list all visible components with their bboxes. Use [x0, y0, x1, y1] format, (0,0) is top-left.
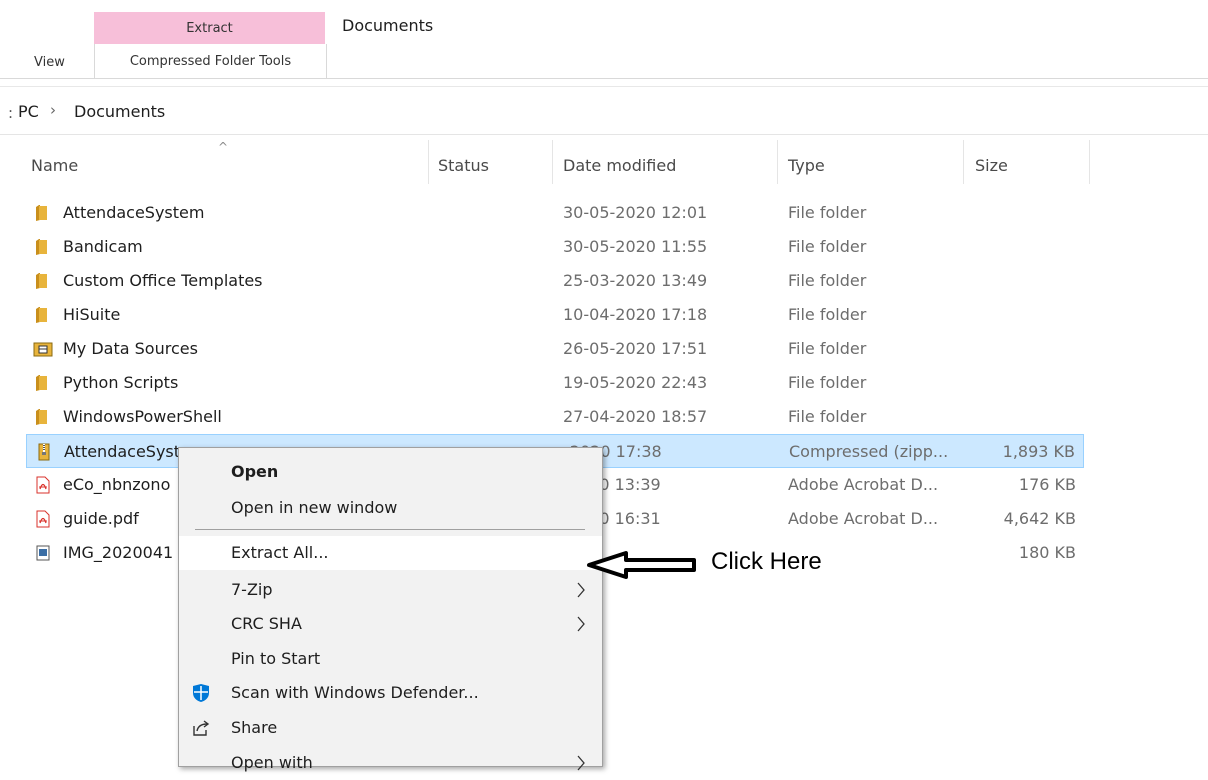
- file-date: 27-04-2020 18:57: [563, 407, 708, 426]
- menu-item-open-new-window[interactable]: Open in new window: [179, 491, 602, 525]
- file-name: eCo_nbnzono: [63, 475, 171, 494]
- file-row[interactable]: WindowsPowerShell 27-04-2020 18:57 File …: [26, 400, 1084, 434]
- pdf-icon: [36, 510, 50, 528]
- view-tab[interactable]: View: [34, 55, 65, 70]
- file-date: 19-05-2020 22:43: [563, 373, 708, 392]
- menu-item-label: Extract All...: [231, 543, 329, 562]
- file-name: guide.pdf: [63, 509, 139, 528]
- file-date: 30-05-2020 12:01: [563, 203, 708, 222]
- file-name: WindowsPowerShell: [63, 407, 222, 426]
- file-row[interactable]: Python Scripts 19-05-2020 22:43 File fol…: [26, 366, 1084, 400]
- file-name: My Data Sources: [63, 339, 198, 358]
- column-divider[interactable]: [963, 140, 964, 184]
- file-name: AttendaceSyst: [64, 442, 181, 461]
- data-sources-folder-icon: [33, 342, 53, 357]
- menu-item-share[interactable]: Share: [179, 711, 602, 745]
- pdf-icon: [36, 476, 50, 494]
- folder-icon: [36, 307, 47, 323]
- column-header-size[interactable]: Size: [975, 156, 1008, 175]
- folder-icon: [36, 205, 47, 221]
- file-row[interactable]: Custom Office Templates 25-03-2020 13:49…: [26, 264, 1084, 298]
- file-name: Bandicam: [63, 237, 143, 256]
- file-type: File folder: [788, 373, 867, 392]
- chevron-right-icon: [577, 616, 585, 632]
- context-menu: Open Open in new window Extract All... 7…: [178, 447, 603, 772]
- file-date: 10-04-2020 17:18: [563, 305, 708, 324]
- ribbon-divider-lower: [0, 86, 1208, 87]
- folder-icon: [36, 375, 47, 391]
- menu-item-extract-all[interactable]: Extract All...: [179, 536, 602, 570]
- file-name: HiSuite: [63, 305, 121, 324]
- compressed-folder-tools-tab[interactable]: Compressed Folder Tools: [94, 44, 327, 78]
- menu-item-label: Pin to Start: [231, 649, 321, 668]
- file-name: Python Scripts: [63, 373, 179, 392]
- breadcrumb-pc[interactable]: PC: [18, 102, 39, 121]
- file-name: AttendaceSystem: [63, 203, 205, 222]
- chevron-right-icon: [577, 755, 585, 771]
- file-type: File folder: [788, 203, 867, 222]
- file-type: File folder: [788, 237, 867, 256]
- menu-item-pin-to-start[interactable]: Pin to Start: [179, 642, 602, 676]
- file-name: IMG_2020041: [63, 543, 174, 562]
- share-icon: [193, 720, 210, 736]
- file-row[interactable]: AttendaceSystem 30-05-2020 12:01 File fo…: [26, 196, 1084, 230]
- file-name: Custom Office Templates: [63, 271, 263, 290]
- file-size: 180 KB: [1018, 543, 1076, 562]
- window-title: Documents: [342, 16, 434, 35]
- menu-item-label: Open in new window: [231, 498, 398, 517]
- file-size: 4,642 KB: [1003, 509, 1076, 528]
- file-type: File folder: [788, 339, 867, 358]
- folder-icon: [36, 273, 47, 289]
- file-row[interactable]: HiSuite 10-04-2020 17:18 File folder: [26, 298, 1084, 332]
- column-divider[interactable]: [428, 140, 429, 184]
- menu-item-crc-sha[interactable]: CRC SHA: [179, 607, 602, 641]
- sort-ascending-icon: ^: [218, 140, 229, 154]
- file-row[interactable]: Bandicam 30-05-2020 11:55 File folder: [26, 230, 1084, 264]
- zip-folder-icon: [38, 443, 50, 461]
- breadcrumb-overflow: :: [8, 104, 14, 122]
- menu-item-label: Open: [231, 462, 279, 481]
- menu-item-open[interactable]: Open: [179, 455, 602, 489]
- menu-separator: [195, 529, 585, 530]
- menu-item-7zip[interactable]: 7-Zip: [179, 573, 602, 607]
- ribbon-divider: [0, 78, 1208, 79]
- file-type: Compressed (zipp...: [789, 442, 949, 461]
- file-type: File folder: [788, 271, 867, 290]
- column-header-name[interactable]: Name: [31, 156, 78, 175]
- menu-item-label: 7-Zip: [231, 580, 273, 599]
- file-date: 30-05-2020 11:55: [563, 237, 708, 256]
- annotation-arrow-icon: [587, 551, 696, 579]
- file-date: 26-05-2020 17:51: [563, 339, 708, 358]
- menu-item-label: Scan with Windows Defender...: [231, 683, 479, 702]
- menu-item-label: Share: [231, 718, 278, 737]
- file-size: 1,893 KB: [1002, 442, 1075, 461]
- annotation-click-here: Click Here: [711, 548, 822, 575]
- folder-icon: [36, 409, 47, 425]
- menu-item-open-with[interactable]: Open with: [179, 746, 602, 780]
- column-header-type[interactable]: Type: [788, 156, 825, 175]
- menu-item-scan-defender[interactable]: Scan with Windows Defender...: [179, 676, 602, 710]
- file-type: File folder: [788, 407, 867, 426]
- column-divider[interactable]: [1089, 140, 1090, 184]
- column-divider[interactable]: [552, 140, 553, 184]
- image-file-icon: [36, 545, 50, 561]
- extract-tab-group[interactable]: Extract: [94, 12, 325, 44]
- breadcrumb-chevron-icon[interactable]: ›: [50, 101, 56, 119]
- menu-item-label: CRC SHA: [231, 614, 302, 633]
- windows-defender-shield-icon: [193, 684, 209, 702]
- menu-item-label: Open with: [231, 753, 313, 772]
- column-divider[interactable]: [777, 140, 778, 184]
- column-header-status[interactable]: Status: [438, 156, 489, 175]
- file-type: Adobe Acrobat D...: [788, 509, 939, 528]
- file-size: 176 KB: [1018, 475, 1076, 494]
- file-type: File folder: [788, 305, 867, 324]
- folder-icon: [36, 239, 47, 255]
- breadcrumb-divider: [0, 134, 1208, 135]
- file-date: 25-03-2020 13:49: [563, 271, 708, 290]
- breadcrumb-documents[interactable]: Documents: [74, 102, 165, 121]
- file-row[interactable]: My Data Sources 26-05-2020 17:51 File fo…: [26, 332, 1084, 366]
- column-header-date-modified[interactable]: Date modified: [563, 156, 676, 175]
- chevron-right-icon: [577, 582, 585, 598]
- file-type: Adobe Acrobat D...: [788, 475, 939, 494]
